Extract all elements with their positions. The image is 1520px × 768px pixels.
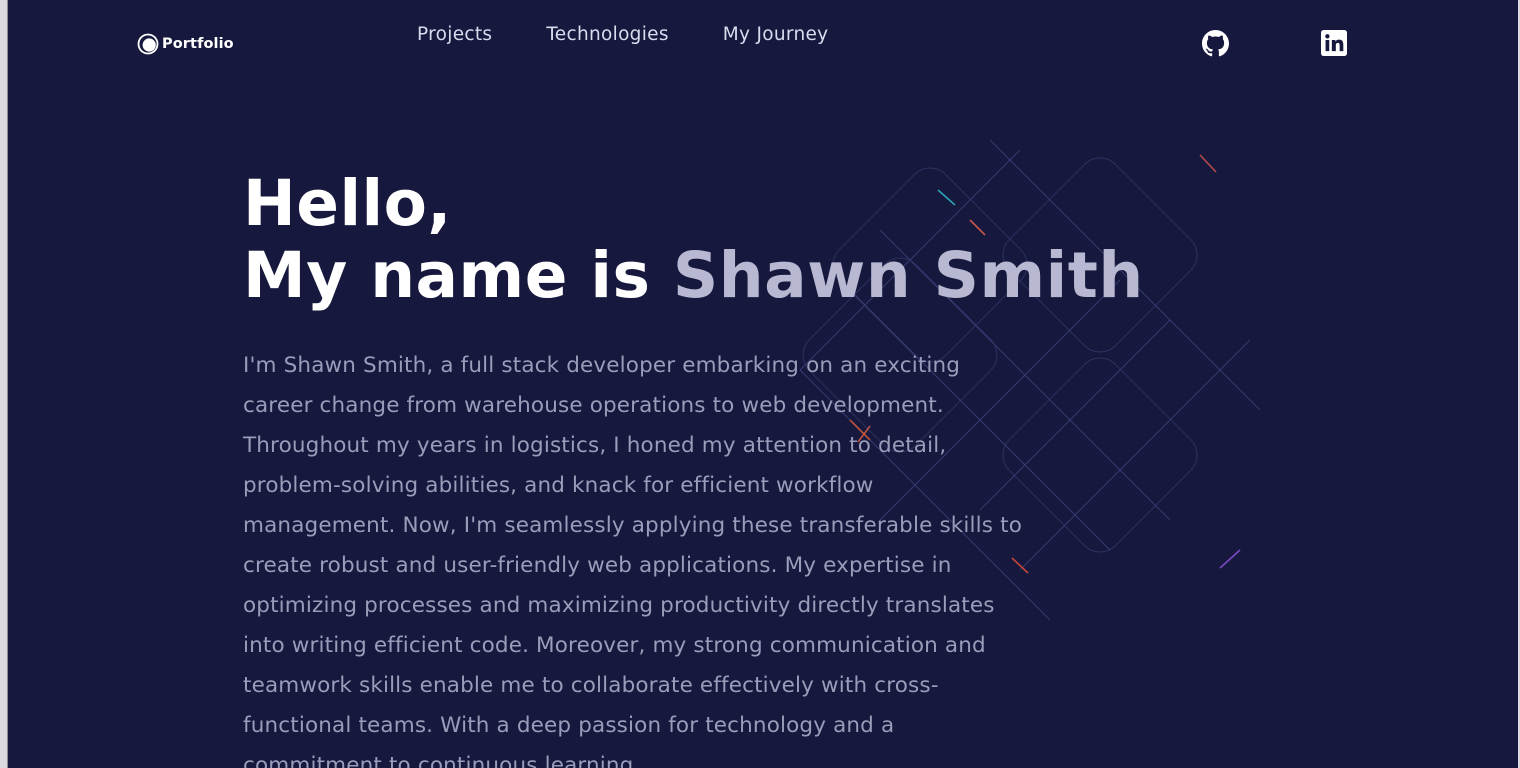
hero-heading: Hello, My name is Shawn Smith <box>243 168 1144 312</box>
hero-intro-prefix: My name is <box>243 239 651 312</box>
hero-bio: I'm Shawn Smith, a full stack developer … <box>243 353 1022 768</box>
hero-greeting: Hello, <box>243 167 452 240</box>
github-icon <box>1202 30 1229 57</box>
linkedin-icon <box>1321 30 1347 56</box>
nav-item-technologies[interactable]: Technologies <box>546 24 668 45</box>
brand-label: Portfolio <box>162 36 234 52</box>
main-nav: Projects Technologies My Journey <box>417 24 882 45</box>
nav-item-projects[interactable]: Projects <box>417 24 492 45</box>
page: Portfolio Projects Technologies My Journ… <box>0 0 1520 768</box>
hero-name: Shawn Smith <box>672 239 1144 312</box>
logo-icon <box>137 33 159 55</box>
hero-intro-line: My name is Shawn Smith <box>243 240 1144 312</box>
nav-item-my-journey[interactable]: My Journey <box>723 24 829 45</box>
linkedin-link[interactable] <box>1321 30 1348 57</box>
window-edge-left <box>0 0 8 768</box>
github-link[interactable] <box>1202 30 1229 57</box>
brand-link[interactable]: Portfolio <box>137 33 234 55</box>
